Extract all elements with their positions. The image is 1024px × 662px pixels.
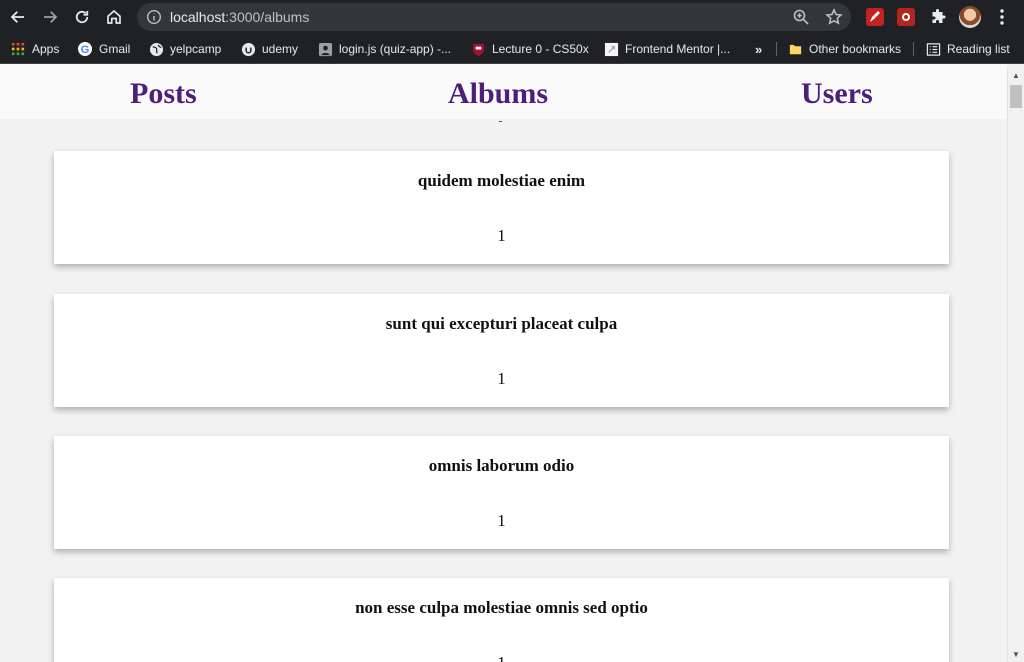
bookmark-udemy[interactable]: udemy	[240, 41, 298, 57]
bookmark-label: Reading list	[947, 42, 1010, 56]
scroll-down-arrow-icon[interactable]: ▼	[1012, 651, 1020, 659]
album-user-id: 1	[54, 653, 949, 662]
page-viewport: Posts Albums Users quidem molestiae enim…	[0, 64, 1007, 662]
bookmark-cs50x[interactable]: Lecture 0 - CS50x	[470, 41, 589, 57]
bookmark-label: Frontend Mentor |...	[625, 42, 731, 56]
album-card: sunt qui excepturi placeat culpa 1	[54, 294, 949, 407]
album-title: omnis laborum odio	[428, 456, 575, 475]
site-navigation: Posts Albums Users	[0, 64, 1007, 119]
bookmarks-overflow-button[interactable]: »	[755, 41, 762, 57]
frontend-mentor-icon	[603, 41, 619, 57]
scroll-up-arrow-icon[interactable]: ▲	[1012, 72, 1020, 80]
address-bar[interactable]: localhost:3000/albums	[137, 3, 851, 31]
bookmark-yelpcamp[interactable]: yelpcamp	[148, 41, 221, 57]
site-info-icon[interactable]	[146, 9, 162, 25]
bookmark-gmail[interactable]: G Gmail	[77, 41, 130, 57]
album-title: sunt qui excepturi placeat culpa	[385, 314, 618, 333]
album-card: omnis laborum odio 1	[54, 436, 949, 549]
bookmark-label: login.js (quiz-app) -...	[339, 42, 452, 56]
extension-pen-icon[interactable]	[866, 8, 884, 26]
reading-list-button[interactable]: Reading list	[925, 41, 1010, 57]
nav-link-users[interactable]: Users	[801, 77, 873, 111]
user-icon	[317, 41, 333, 57]
album-card: non esse culpa molestiae omnis sed optio…	[54, 578, 949, 662]
back-arrow-icon[interactable]	[6, 5, 30, 29]
bookmark-other-bookmarks[interactable]: Other bookmarks	[787, 41, 901, 57]
album-user-id: 1	[497, 369, 506, 388]
folder-icon	[787, 41, 803, 57]
overflow-chevron-icon: »	[755, 41, 763, 57]
globe-icon	[148, 41, 164, 57]
bookmark-label: Apps	[32, 42, 60, 56]
bookmark-label: Gmail	[99, 42, 131, 56]
extensions-puzzle-icon[interactable]	[929, 8, 947, 26]
udemy-icon	[240, 41, 256, 57]
bookmark-apps[interactable]: Apps	[10, 41, 59, 57]
extension-puzzle-red-icon[interactable]	[897, 8, 915, 26]
nav-link-posts[interactable]: Posts	[130, 77, 197, 111]
reload-icon[interactable]	[70, 5, 94, 29]
browser-toolbar: localhost:3000/albums	[0, 0, 1024, 34]
url-host: localhost	[170, 9, 226, 25]
bookmark-frontend-mentor[interactable]: Frontend Mentor |...	[603, 41, 730, 57]
bookmark-label: Lecture 0 - CS50x	[492, 42, 589, 56]
url-path: :3000/albums	[225, 9, 310, 25]
bookmark-label: udemy	[262, 42, 299, 56]
browser-menu-icon[interactable]	[995, 8, 1009, 26]
album-user-id: 1	[497, 226, 506, 245]
reading-list-icon	[925, 41, 941, 57]
album-card: quidem molestiae enim 1	[54, 151, 949, 264]
bookmark-label: Other bookmarks	[809, 42, 902, 56]
album-title: quidem molestiae enim	[417, 171, 586, 190]
bookmark-label: yelpcamp	[170, 42, 222, 56]
vertical-scrollbar[interactable]: ▲ ▼	[1007, 68, 1024, 662]
profile-avatar[interactable]	[959, 6, 981, 28]
bookmarks-bar: Apps G Gmail yelpcamp udemy login.js (qu…	[0, 34, 1024, 64]
nav-link-albums[interactable]: Albums	[448, 77, 548, 111]
stray-mark	[499, 121, 502, 122]
svg-text:G: G	[81, 44, 90, 56]
zoom-icon[interactable]	[792, 8, 810, 26]
bookmark-star-icon[interactable]	[825, 8, 843, 26]
apps-grid-icon	[10, 41, 26, 57]
bookmarks-divider	[776, 42, 777, 56]
home-icon[interactable]	[102, 5, 126, 29]
bookmarks-divider	[913, 42, 914, 56]
album-title: non esse culpa molestiae omnis sed optio	[355, 598, 648, 617]
google-icon: G	[77, 41, 93, 57]
scroll-thumb[interactable]	[1010, 85, 1022, 108]
album-user-id: 1	[497, 511, 506, 530]
forward-arrow-icon[interactable]	[38, 5, 62, 29]
url-text[interactable]: localhost:3000/albums	[170, 9, 309, 25]
bookmark-login-js[interactable]: login.js (quiz-app) -...	[317, 41, 451, 57]
harvard-icon	[470, 41, 486, 57]
